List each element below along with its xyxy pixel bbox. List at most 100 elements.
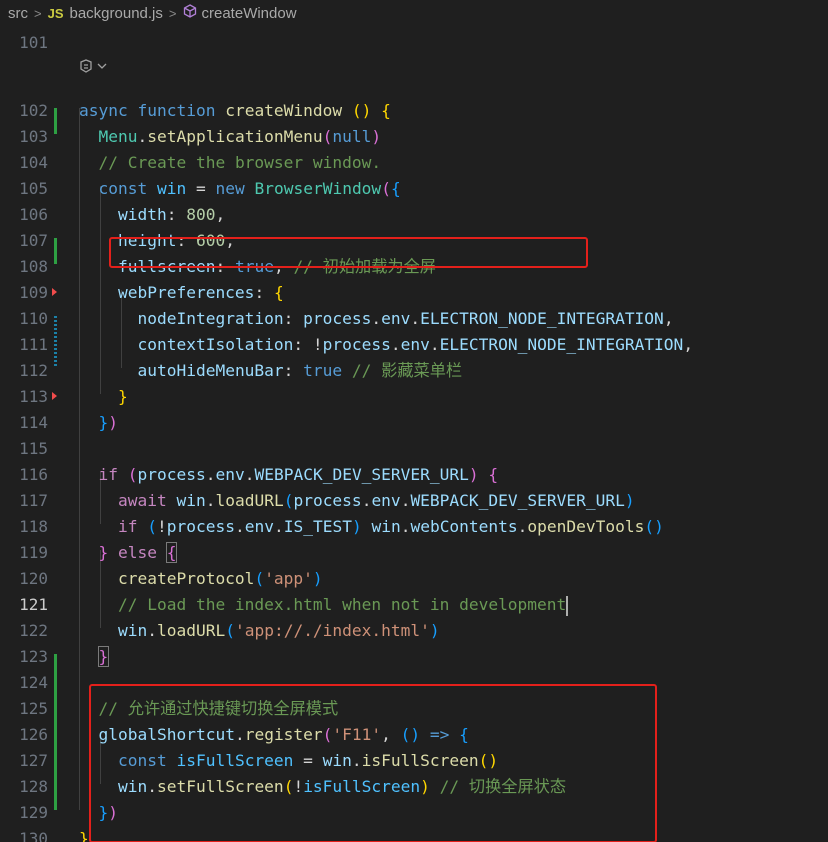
breadcrumb-folder[interactable]: src bbox=[8, 5, 28, 22]
line-number[interactable]: 120 bbox=[0, 566, 48, 592]
code-line[interactable]: // Load the index.html when not in devel… bbox=[79, 592, 569, 618]
line-number[interactable]: 108 bbox=[0, 254, 48, 280]
code-token: ( bbox=[254, 569, 265, 588]
code-token: win bbox=[176, 491, 206, 510]
line-number[interactable]: 119 bbox=[0, 540, 48, 566]
code-line[interactable]: if (process.env.WEBPACK_DEV_SERVER_URL) … bbox=[79, 462, 499, 488]
line-number[interactable]: 113 bbox=[0, 384, 48, 410]
line-number[interactable]: 109 bbox=[0, 280, 48, 306]
code-token: // Create the browser window. bbox=[98, 153, 382, 172]
code-token: WEBPACK_DEV_SERVER_URL bbox=[410, 491, 625, 510]
code-token: function bbox=[137, 101, 216, 120]
line-number[interactable]: 110 bbox=[0, 306, 48, 332]
code-token: } bbox=[98, 543, 109, 562]
git-added-marker[interactable] bbox=[54, 238, 57, 264]
line-number[interactable]: 127 bbox=[0, 748, 48, 774]
code-line[interactable]: createProtocol('app') bbox=[79, 566, 323, 592]
code-line[interactable]: const win = new BrowserWindow({ bbox=[79, 176, 401, 202]
javascript-file-icon: JS bbox=[47, 5, 64, 21]
code-token: { bbox=[165, 542, 178, 563]
git-added-marker[interactable] bbox=[54, 108, 57, 134]
line-number[interactable]: 123 bbox=[0, 644, 48, 670]
code-token: ( bbox=[322, 127, 333, 146]
code-token: = bbox=[186, 179, 216, 198]
code-token: process bbox=[137, 465, 206, 484]
line-number[interactable]: 112 bbox=[0, 358, 48, 384]
line-number[interactable]: 101 bbox=[0, 30, 48, 56]
code-token: , bbox=[683, 335, 694, 354]
line-number[interactable]: 103 bbox=[0, 124, 48, 150]
highlight-box-fullscreen bbox=[109, 237, 588, 268]
line-number[interactable]: 117 bbox=[0, 488, 48, 514]
code-token: . bbox=[205, 491, 216, 510]
code-line[interactable]: autoHideMenuBar: true // 影藏菜单栏 bbox=[79, 358, 462, 384]
line-number[interactable]: 116 bbox=[0, 462, 48, 488]
line-number[interactable]: 107 bbox=[0, 228, 48, 254]
code-line[interactable]: webPreferences: { bbox=[79, 280, 284, 306]
breadcrumb: src > JS background.js > createWindow bbox=[0, 0, 828, 26]
code-token: . bbox=[517, 517, 528, 536]
code-token: : bbox=[254, 283, 274, 302]
line-number[interactable]: 114 bbox=[0, 410, 48, 436]
code-line[interactable]: } bbox=[79, 826, 89, 842]
line-number[interactable]: 126 bbox=[0, 722, 48, 748]
code-token: ( bbox=[147, 517, 157, 536]
code-line[interactable]: win.loadURL('app://./index.html') bbox=[79, 618, 440, 644]
code-token: new bbox=[215, 179, 245, 198]
line-number[interactable]: 102 bbox=[0, 98, 48, 124]
method-cube-icon bbox=[183, 4, 197, 22]
code-token: . bbox=[429, 335, 440, 354]
line-number[interactable]: 130 bbox=[0, 826, 48, 842]
code-token: , bbox=[215, 205, 226, 224]
breadcrumb-symbol[interactable]: createWindow bbox=[202, 5, 297, 22]
git-modified-marker[interactable] bbox=[54, 316, 57, 368]
breadcrumb-file[interactable]: background.js bbox=[70, 5, 163, 22]
code-token: , bbox=[663, 309, 674, 328]
line-number[interactable]: 128 bbox=[0, 774, 48, 800]
code-token: . bbox=[371, 309, 382, 328]
git-deleted-marker[interactable] bbox=[52, 288, 57, 296]
code-line[interactable]: } bbox=[79, 644, 110, 670]
line-number[interactable]: 129 bbox=[0, 800, 48, 826]
line-number[interactable]: 105 bbox=[0, 176, 48, 202]
code-line[interactable]: contextIsolation: !process.env.ELECTRON_… bbox=[79, 332, 693, 358]
codelens-copilot-icon[interactable] bbox=[78, 58, 108, 78]
code-line[interactable]: await win.loadURL(process.env.WEBPACK_DE… bbox=[79, 488, 635, 514]
code-editor[interactable]: 101 102 103 104 105 106 107 108 109 110 111 112 113 1… bbox=[0, 26, 828, 842]
code-line[interactable]: // Create the browser window. bbox=[79, 150, 382, 176]
code-token: . bbox=[400, 491, 411, 510]
git-added-marker[interactable] bbox=[54, 654, 57, 810]
code-line[interactable]: if (!process.env.IS_TEST) win.webContent… bbox=[79, 514, 664, 540]
line-number[interactable]: 115 bbox=[0, 436, 48, 462]
line-number[interactable]: 106 bbox=[0, 202, 48, 228]
line-number-gutter[interactable]: 101 102 103 104 105 106 107 108 109 110 111 112 113 1… bbox=[0, 26, 62, 842]
line-number[interactable]: 125 bbox=[0, 696, 48, 722]
code-token: webContents bbox=[410, 517, 518, 536]
line-number[interactable]: 111 bbox=[0, 332, 48, 358]
code-line[interactable]: width: 800, bbox=[79, 202, 225, 228]
code-line[interactable]: nodeIntegration: process.env.ELECTRON_NO… bbox=[79, 306, 674, 332]
line-number[interactable]: 118 bbox=[0, 514, 48, 540]
line-number[interactable]: 124 bbox=[0, 670, 48, 696]
code-token: null bbox=[332, 127, 372, 146]
code-line[interactable]: } bbox=[79, 384, 128, 410]
code-line[interactable]: Menu.setApplicationMenu(null) bbox=[79, 124, 382, 150]
line-number[interactable]: 121 bbox=[0, 592, 48, 618]
line-number[interactable]: 104 bbox=[0, 150, 48, 176]
line-number[interactable]: 122 bbox=[0, 618, 48, 644]
code-line[interactable]: async function createWindow () { bbox=[79, 98, 391, 124]
code-token: Menu bbox=[98, 127, 138, 146]
code-line[interactable]: }) bbox=[79, 410, 119, 436]
git-deleted-marker[interactable] bbox=[52, 392, 57, 400]
code-line[interactable]: } else { bbox=[79, 540, 178, 566]
code-token: 'app' bbox=[264, 569, 313, 588]
